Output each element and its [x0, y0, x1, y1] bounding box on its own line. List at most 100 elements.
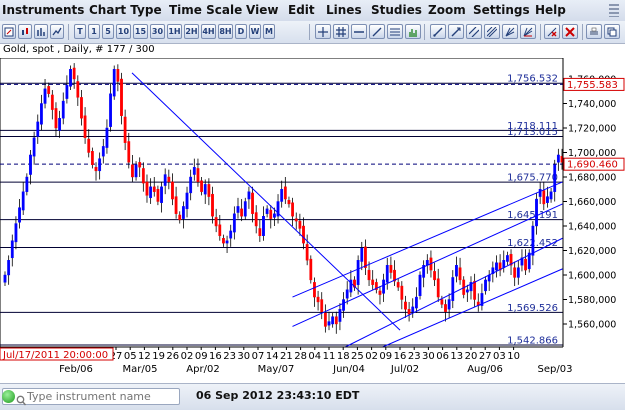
timeframe-15-button[interactable]: 15 [133, 24, 148, 39]
candle-body [309, 258, 313, 281]
candle-body [94, 166, 98, 172]
menu-edit[interactable]: Edit [288, 3, 315, 17]
candle-body [298, 220, 302, 229]
timeframe-8h-button[interactable]: 8H [218, 24, 233, 39]
date-tick-label: 09 [195, 351, 208, 362]
price-tick-label: 1,720,000 [568, 124, 616, 135]
candle-body [149, 186, 153, 199]
level-label: 1,675.770 [507, 173, 558, 184]
toolbar-separator [68, 24, 69, 40]
menu-studies[interactable]: Studies [371, 3, 422, 17]
trendline-icon[interactable] [430, 24, 446, 39]
parallel-lines-icon[interactable] [484, 24, 500, 39]
candle-body [364, 246, 367, 268]
candle-body [316, 296, 320, 303]
candle-body [112, 68, 116, 97]
grid-icon[interactable] [333, 24, 349, 39]
ray-line-icon[interactable] [369, 24, 385, 39]
candle-body [236, 206, 240, 213]
date-tick-label: 30 [422, 351, 435, 362]
level-label: 1,569.526 [507, 303, 558, 314]
menu-view[interactable]: View [246, 3, 278, 17]
remove-all-icon[interactable] [562, 24, 578, 39]
timeframe-10-button[interactable]: 10 [116, 24, 131, 39]
top-price-label: 1,755.583 [567, 80, 618, 91]
timeframe-5-button[interactable]: 5 [102, 24, 114, 39]
date-tick-label: 16 [209, 351, 222, 362]
copy-chart-icon[interactable] [604, 24, 620, 39]
candle-body [396, 282, 400, 288]
candle-body [58, 117, 62, 131]
candle-body [531, 225, 535, 256]
timeframe-1h-button[interactable]: 1H [167, 24, 182, 39]
candle-body [345, 289, 349, 299]
instrument-search-input[interactable] [27, 390, 175, 403]
menu-settings[interactable]: Settings [473, 3, 530, 17]
timeframe-d-button[interactable]: D [235, 24, 247, 39]
bar-chart-icon[interactable] [34, 24, 48, 39]
menu-time-scale[interactable]: Time Scale [169, 3, 242, 17]
price-chart[interactable]: 1,756.5321,718.1111,713.0151,675.7701,64… [0, 58, 625, 383]
timeframe-30-button[interactable]: 30 [150, 24, 165, 39]
candle-body [152, 186, 156, 192]
instrument-search[interactable] [2, 388, 180, 406]
fibonacci-icon[interactable] [387, 24, 403, 39]
timeframe-1-button[interactable]: 1 [88, 24, 100, 39]
candle-body [54, 108, 58, 129]
volume-bars-icon[interactable] [405, 24, 421, 39]
new-chart-icon[interactable] [2, 24, 16, 39]
candle-body [385, 265, 389, 283]
candle-body [120, 78, 123, 116]
candle-body [542, 190, 546, 205]
candle-body [203, 184, 207, 195]
price-tick-label: 1,600,000 [568, 271, 616, 282]
print-icon[interactable] [586, 24, 602, 39]
menu-instruments[interactable]: Instruments [2, 3, 84, 17]
toolbar-separator [582, 24, 583, 40]
status-bar: 06 Sep 2012 23:43:10 EDT [0, 383, 625, 410]
trendline-up-icon[interactable] [448, 24, 464, 39]
candle-body [211, 193, 214, 217]
menu-chart-type[interactable]: Chart Type [89, 3, 162, 17]
month-label: May/07 [258, 364, 295, 375]
timeframe-m-button[interactable]: M [263, 24, 275, 39]
candle-body [371, 279, 375, 285]
gann-fan-icon[interactable] [520, 24, 536, 39]
candle-body [141, 168, 145, 184]
timeframe-2h-button[interactable]: 2H [184, 24, 199, 39]
timeframe-t-button[interactable]: T [74, 24, 86, 39]
price-tick-label: 1,640,000 [568, 222, 616, 233]
candle-body [458, 267, 462, 281]
candle-body [455, 265, 458, 277]
menu-zoom[interactable]: Zoom [428, 3, 466, 17]
timeframe-4h-button[interactable]: 4H [201, 24, 216, 39]
candle-body [171, 181, 174, 200]
date-tick-label: 21 [280, 351, 293, 362]
candle-body [447, 299, 451, 310]
candle-body [43, 88, 47, 104]
channel-icon[interactable] [466, 24, 482, 39]
candle-body [90, 151, 94, 165]
date-tick-label: 05 [124, 351, 137, 362]
crosshair-icon[interactable] [315, 24, 331, 39]
candle-body [145, 181, 149, 196]
menu-bar: Instruments Chart Type Time Scale View Edit L… [0, 0, 625, 22]
menu-lines[interactable]: Lines [326, 3, 362, 17]
timeframe-w-button[interactable]: W [249, 24, 261, 39]
candlestick-chart-icon[interactable] [18, 24, 32, 39]
candle-body [185, 192, 189, 210]
date-tick-label: 16 [394, 351, 407, 362]
month-label: Jun/04 [332, 364, 365, 375]
horizontal-line-icon[interactable] [351, 24, 367, 39]
line-chart-icon[interactable] [50, 24, 64, 39]
candle-body [229, 230, 233, 239]
date-tick-label: 10 [507, 351, 520, 362]
date-tick-label: 06 [436, 351, 449, 362]
date-tick-label: 27 [479, 351, 492, 362]
delete-line-icon[interactable] [544, 24, 560, 39]
price-tick-label: 1,580,000 [568, 295, 616, 306]
pitchfork-icon[interactable] [502, 24, 518, 39]
menu-help[interactable]: Help [535, 3, 566, 17]
price-tick-label: 1,740,000 [568, 99, 616, 110]
price-tick-label: 1,560,000 [568, 320, 616, 331]
